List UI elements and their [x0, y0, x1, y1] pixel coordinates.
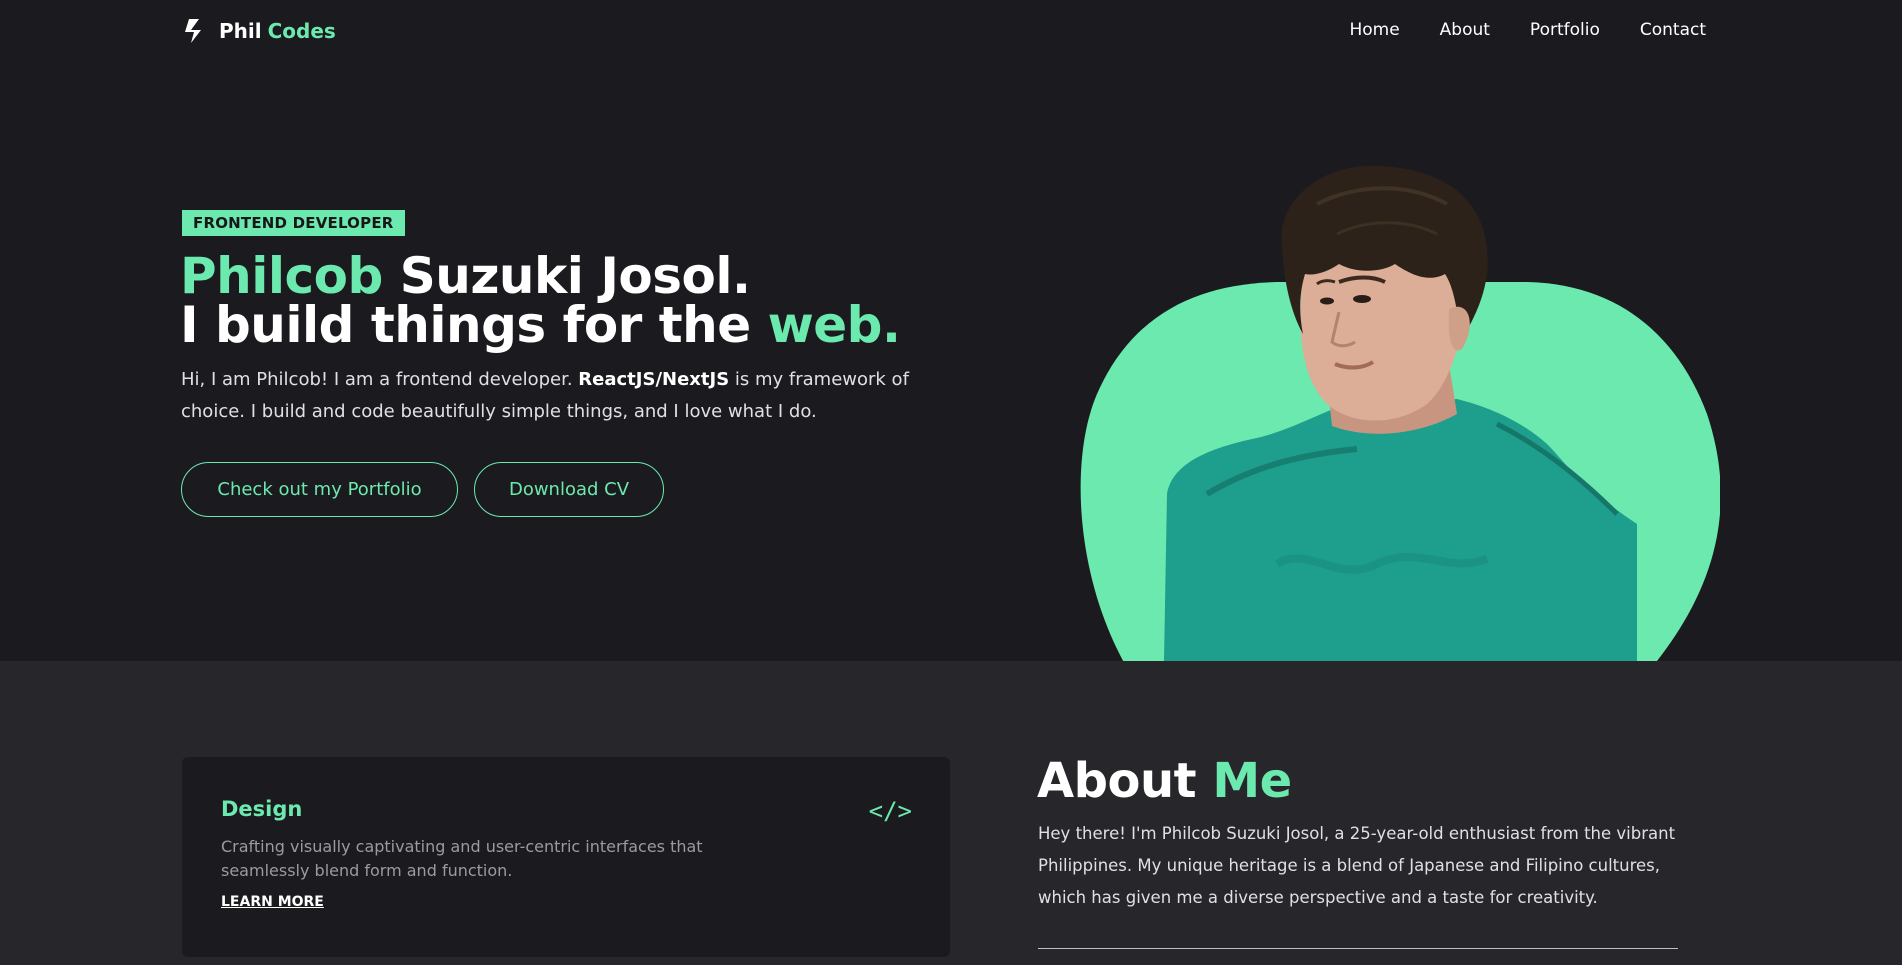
divider [1038, 948, 1678, 949]
brand-name-second: Codes [267, 19, 336, 43]
bolt-s-logo-icon [185, 19, 201, 43]
about-title-start: About [1037, 753, 1213, 809]
role-badge: FRONTEND DEVELOPER [182, 210, 405, 236]
card-title: Design [221, 797, 303, 821]
card-description: Crafting visually captivating and user-c… [221, 837, 703, 880]
headline-line2: I build things for the [180, 296, 768, 354]
headline-line2-accent: web. [767, 296, 901, 354]
nav-links: Home About Portfolio Contact [1349, 20, 1706, 40]
intro-framework: ReactJS/NextJS [578, 369, 730, 390]
code-brackets-icon: </> [868, 797, 912, 825]
about-text: Hey there! I'm Philcob Suzuki Josol, a 2… [1038, 824, 1676, 907]
about-section: Design </> Crafting visually captivating… [0, 661, 1902, 965]
portfolio-button[interactable]: Check out my Portfolio [181, 462, 458, 517]
hero-section: FRONTEND DEVELOPER Philcob Suzuki Josol.… [0, 64, 1902, 661]
intro-start: Hi, I am Philcob! I am a frontend develo… [181, 369, 579, 390]
portrait-photo [1080, 165, 1720, 661]
about-title-accent: Me [1212, 753, 1292, 809]
nav-portfolio[interactable]: Portfolio [1530, 20, 1600, 40]
nav-home[interactable]: Home [1349, 20, 1399, 40]
service-card-design: Design </> Crafting visually captivating… [182, 757, 950, 957]
hero-headline: Philcob Suzuki Josol. I build things for… [180, 251, 901, 350]
hero-intro: Hi, I am Philcob! I am a frontend develo… [181, 364, 941, 428]
learn-more-link[interactable]: LEARN MORE [221, 894, 324, 910]
download-cv-button[interactable]: Download CV [474, 462, 664, 517]
top-navbar: Phil Codes Home About Portfolio Contact [0, 0, 1902, 64]
nav-contact[interactable]: Contact [1640, 20, 1706, 40]
about-title: About Me [1037, 753, 1292, 809]
brand-name-first: Phil [219, 19, 262, 43]
brand-logo[interactable]: Phil Codes [181, 17, 336, 45]
nav-about[interactable]: About [1440, 20, 1490, 40]
